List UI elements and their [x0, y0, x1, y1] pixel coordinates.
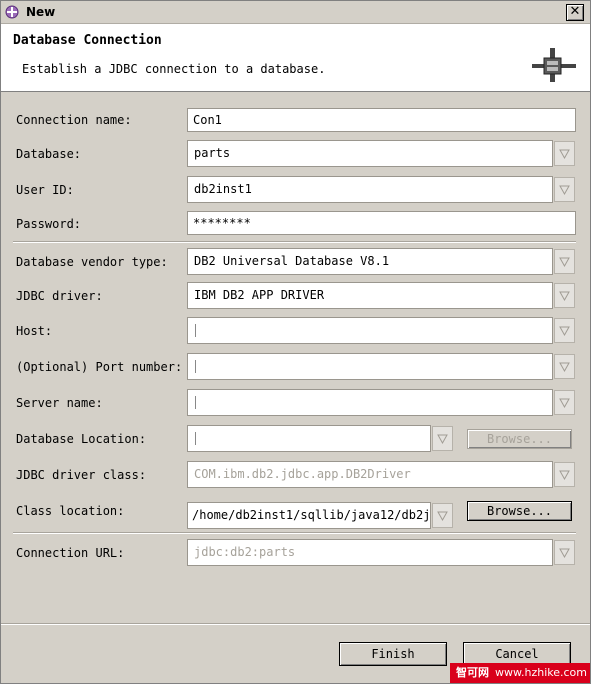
chevron-down-icon	[559, 257, 570, 268]
database-combo[interactable]: parts	[187, 140, 576, 167]
host-dropdown-button[interactable]	[554, 318, 575, 343]
chevron-down-icon	[559, 398, 570, 409]
database-connection-icon	[532, 48, 576, 82]
connection-url-value[interactable]: jdbc:db2:parts	[187, 539, 553, 566]
new-dialog-window: New ✕ Database Connection Establish a JD…	[0, 0, 591, 684]
db-location-input[interactable]	[187, 425, 431, 452]
chevron-down-icon	[559, 291, 570, 302]
close-button[interactable]: ✕	[566, 4, 584, 21]
password-label: Password:	[16, 217, 82, 231]
jdbc-driver-label: JDBC driver:	[16, 289, 103, 303]
wizard-header: Database Connection Establish a JDBC con…	[1, 24, 590, 92]
class-location-dropdown-button[interactable]	[432, 503, 453, 528]
separator	[13, 241, 576, 243]
wizard-icon	[5, 5, 19, 19]
finish-button[interactable]: Finish	[339, 642, 447, 666]
connection-url-dropdown-button[interactable]	[554, 540, 575, 565]
chevron-down-icon	[559, 470, 570, 481]
page-title: Database Connection	[13, 33, 162, 48]
port-combo[interactable]	[187, 353, 576, 380]
site-watermark: 智可网 www.hzhike.com	[450, 663, 590, 683]
chevron-down-icon	[437, 434, 448, 445]
host-input[interactable]	[187, 317, 553, 344]
database-input[interactable]: parts	[187, 140, 553, 167]
port-label: (Optional) Port number:	[16, 360, 183, 374]
chevron-down-icon	[559, 548, 570, 559]
separator	[13, 532, 576, 534]
port-input[interactable]	[187, 353, 553, 380]
db-location-combo[interactable]	[187, 425, 454, 452]
database-label: Database:	[16, 147, 82, 161]
page-description: Establish a JDBC connection to a databas…	[22, 62, 326, 76]
jdbc-driver-select[interactable]: IBM DB2 APP DRIVER	[187, 282, 576, 309]
jdbc-driver-value[interactable]: IBM DB2 APP DRIVER	[187, 282, 553, 309]
user-id-input[interactable]: db2inst1	[187, 176, 553, 203]
footer-separator	[1, 623, 590, 625]
driver-class-dropdown-button[interactable]	[554, 462, 575, 487]
user-id-combo[interactable]: db2inst1	[187, 176, 576, 203]
connection-url-combo[interactable]: jdbc:db2:parts	[187, 539, 576, 566]
watermark-cn: 智可网	[456, 666, 489, 679]
database-dropdown-button[interactable]	[554, 141, 575, 166]
window-title: New	[26, 5, 56, 19]
title-bar[interactable]: New ✕	[1, 1, 590, 24]
server-name-label: Server name:	[16, 396, 103, 410]
vendor-type-label: Database vendor type:	[16, 255, 168, 269]
db-location-dropdown-button[interactable]	[432, 426, 453, 451]
connection-url-label: Connection URL:	[16, 546, 125, 560]
chevron-down-icon	[559, 326, 570, 337]
user-id-dropdown-button[interactable]	[554, 177, 575, 202]
host-label: Host:	[16, 324, 53, 338]
browse-db-location-button[interactable]: Browse...	[467, 429, 572, 449]
vendor-type-dropdown-button[interactable]	[554, 249, 575, 274]
vendor-type-select[interactable]: DB2 Universal Database V8.1	[187, 248, 576, 275]
db-location-label: Database Location:	[16, 432, 147, 446]
chevron-down-icon	[559, 362, 570, 373]
user-id-label: User ID:	[16, 183, 74, 197]
class-location-input[interactable]: /home/db2inst1/sqllib/java12/db2j	[187, 502, 431, 529]
connection-name-input[interactable]: Con1	[187, 108, 576, 132]
connection-name-label: Connection name:	[16, 113, 132, 127]
driver-class-label: JDBC driver class:	[16, 468, 147, 482]
driver-class-value[interactable]: COM.ibm.db2.jdbc.app.DB2Driver	[187, 461, 553, 488]
host-combo[interactable]	[187, 317, 576, 344]
server-name-input[interactable]	[187, 389, 553, 416]
close-icon: ✕	[569, 4, 581, 19]
port-dropdown-button[interactable]	[554, 354, 575, 379]
class-location-label: Class location:	[16, 504, 125, 518]
browse-class-location-button[interactable]: Browse...	[467, 501, 572, 521]
chevron-down-icon	[437, 511, 448, 522]
server-name-combo[interactable]	[187, 389, 576, 416]
driver-class-combo[interactable]: COM.ibm.db2.jdbc.app.DB2Driver	[187, 461, 576, 488]
jdbc-driver-dropdown-button[interactable]	[554, 283, 575, 308]
chevron-down-icon	[559, 149, 570, 160]
class-location-combo[interactable]: /home/db2inst1/sqllib/java12/db2j	[187, 502, 454, 529]
vendor-type-value[interactable]: DB2 Universal Database V8.1	[187, 248, 553, 275]
server-name-dropdown-button[interactable]	[554, 390, 575, 415]
watermark-url: www.hzhike.com	[495, 666, 587, 679]
chevron-down-icon	[559, 185, 570, 196]
password-input[interactable]: ********	[187, 211, 576, 235]
